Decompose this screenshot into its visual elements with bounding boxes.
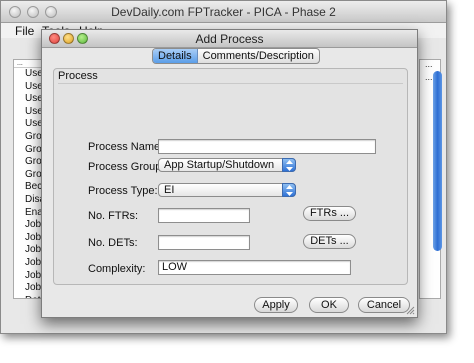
list-item[interactable]: Job [14, 219, 44, 232]
ok-button[interactable]: OK [309, 297, 349, 313]
dialog-title: Add Process [195, 32, 264, 46]
list-item[interactable]: Dat [14, 295, 44, 298]
menu-file[interactable]: File [15, 24, 34, 38]
list-item[interactable]: Use [14, 106, 44, 119]
process-group-select[interactable]: App Startup/Shutdown [158, 158, 296, 172]
process-type-value: EI [164, 184, 175, 196]
no-ftrs-label: No. FTRs: [88, 210, 139, 222]
process-name-label: Process Name: [88, 141, 164, 153]
right-mark: ... [425, 59, 433, 69]
right-mark: ... [425, 72, 433, 82]
list-item[interactable]: Use [14, 118, 44, 131]
list-item[interactable]: Job [14, 244, 44, 257]
complexity-field[interactable]: LOW [158, 260, 351, 275]
process-type-select[interactable]: EI [158, 183, 296, 197]
main-titlebar: DevDaily.com FPTracker - PICA - Phase 2 [1, 1, 446, 23]
list-item[interactable]: Job [14, 257, 44, 270]
apply-button[interactable]: Apply [254, 297, 298, 313]
process-group-box: Process Process Name: Process Group: App… [53, 68, 408, 285]
vertical-scrollbar[interactable] [433, 71, 442, 251]
list-item[interactable]: Disa [14, 194, 44, 207]
no-dets-field[interactable] [158, 235, 250, 250]
list-item[interactable]: Use [14, 81, 44, 94]
dialog-titlebar: Add Process [42, 30, 417, 48]
cancel-button[interactable]: Cancel [358, 297, 410, 313]
process-name-field[interactable] [158, 139, 376, 154]
ftrs-button[interactable]: FTRs ... [303, 206, 356, 221]
updown-arrows-icon [282, 158, 296, 172]
resize-grip-icon[interactable] [406, 306, 415, 315]
list-item[interactable]: Gro [14, 131, 44, 144]
process-type-label: Process Type: [88, 185, 158, 197]
list-item[interactable]: Use [14, 68, 44, 81]
list-item[interactable]: Gro [14, 144, 44, 157]
list-item[interactable]: Gro [14, 169, 44, 182]
no-ftrs-field[interactable] [158, 208, 250, 223]
list-item[interactable]: Ena [14, 207, 44, 220]
tab-comments-description[interactable]: Comments/Description [198, 49, 319, 63]
list-item[interactable]: Use [14, 93, 44, 106]
group-divider [58, 83, 403, 84]
no-dets-label: No. DETs: [88, 237, 138, 249]
updown-arrows-icon [282, 183, 296, 197]
process-group-label: Process Group: [88, 161, 165, 173]
tab-bar: Details Comments/Description [152, 48, 320, 64]
process-group-value: App Startup/Shutdown [164, 159, 275, 171]
list-item[interactable]: Job [14, 232, 44, 245]
list-item[interactable]: Bec [14, 181, 44, 194]
list-item[interactable]: Gro [14, 156, 44, 169]
add-process-dialog: Add Process Details Comments/Description… [41, 29, 418, 318]
dets-button[interactable]: DETs ... [303, 234, 356, 249]
list-header: ... [14, 60, 44, 68]
list-item[interactable]: Job [14, 270, 44, 283]
complexity-label: Complexity: [88, 263, 146, 275]
tab-details[interactable]: Details [153, 49, 198, 63]
group-label: Process [58, 70, 98, 82]
main-window-title: DevDaily.com FPTracker - PICA - Phase 2 [111, 5, 336, 19]
list-item[interactable]: Job [14, 282, 44, 295]
